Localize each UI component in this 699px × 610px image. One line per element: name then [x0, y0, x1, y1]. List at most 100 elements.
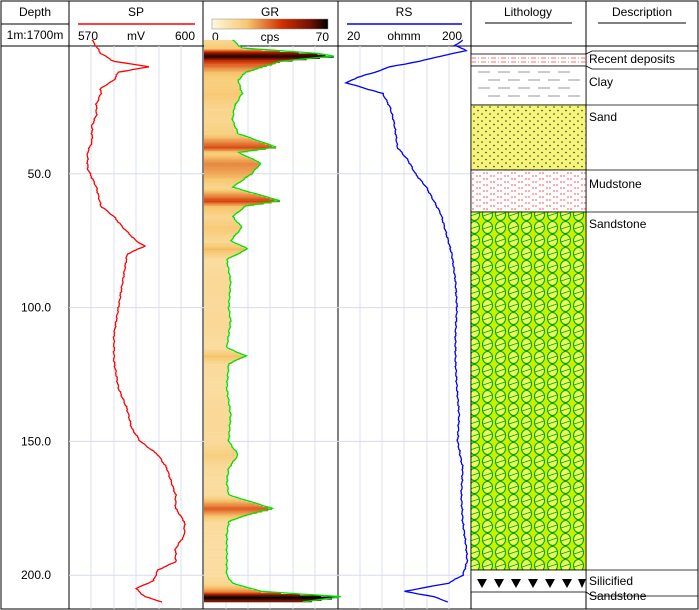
gr-fill-band: [204, 473, 229, 476]
depth-tick-label: 150.0: [21, 434, 51, 448]
desc-mudstone: Mudstone: [589, 177, 642, 191]
gr-fill-band: [204, 406, 231, 409]
gr-fill-band: [204, 121, 234, 124]
gr-fill-band: [204, 65, 267, 67]
gr-fill-band: [204, 276, 231, 279]
gr-fill-band: [204, 557, 227, 560]
gr-fill-band: [204, 69, 255, 71]
description-title: Description: [612, 5, 672, 19]
gr-fill-band: [204, 385, 228, 387]
grid-lines: [69, 46, 471, 609]
gr-fill-band: [204, 361, 234, 363]
gr-fill-band: [204, 424, 231, 426]
gr-fill-band: [204, 588, 252, 591]
gr-fill-band: [204, 184, 236, 187]
gr-fill-band: [204, 188, 238, 191]
gr-fill-band: [204, 350, 234, 352]
gr-fill-band: [204, 311, 230, 314]
gr-fill-band: [204, 504, 260, 506]
gr-fill-band: [204, 240, 231, 243]
gr-fill-band: [204, 272, 229, 275]
gr-fill-band: [204, 575, 228, 577]
gr-fill-band: [204, 469, 228, 472]
rs-unit: ohmm: [387, 29, 420, 43]
gr-fill-band: [204, 536, 227, 538]
desc-clay: Clay: [589, 75, 613, 89]
gr-color-scale: [211, 18, 329, 30]
gr-fill-band: [204, 143, 265, 145]
gr-fill-band: [204, 585, 242, 588]
gr-fill-band: [204, 389, 227, 391]
gr-fill-band: [204, 181, 241, 184]
gr-fill-band: [204, 322, 230, 324]
gr-curve: [225, 39, 342, 603]
desc-sand: Sand: [589, 110, 617, 124]
gr-fill-band: [204, 529, 228, 532]
gr-fill-band: [204, 374, 228, 377]
desc-sandstone: Sandstone: [589, 217, 647, 231]
gr-fill-band: [204, 329, 230, 331]
gr-max: 70: [316, 30, 330, 44]
gr-fill-band: [204, 90, 242, 93]
gr-fill-band: [204, 564, 226, 567]
gr-fill-band: [204, 104, 236, 106]
rs-title: RS: [396, 5, 413, 19]
description-column: Recent deposits Clay Sand Mudstone Sands…: [585, 50, 698, 603]
gr-fill-band: [204, 430, 230, 433]
rs-min: 20: [347, 29, 361, 43]
gr-fill-band: [204, 402, 229, 405]
gr-fill-band: [204, 547, 227, 549]
gr-fill-band: [204, 304, 230, 307]
gr-fill-band: [204, 209, 242, 212]
gr-fill-band: [204, 363, 229, 366]
gr-fill-band: [204, 512, 258, 514]
rs-max: 200: [442, 29, 462, 43]
gr-fill-band: [204, 114, 234, 117]
gr-fill-band: [204, 445, 232, 447]
depth-tick-label: 200.0: [21, 568, 51, 582]
gr-fill-band: [204, 132, 238, 134]
gr-fill-band: [204, 164, 261, 166]
sp-min: 570: [78, 29, 98, 43]
gr-fill-band: [204, 515, 247, 517]
layer-sand: [470, 104, 587, 171]
gr-fill-band: [204, 234, 236, 236]
gr-fill-band: [204, 428, 230, 430]
gr-fill-band: [204, 592, 281, 595]
gr-fill-band: [204, 156, 247, 158]
gr-fill-band: [204, 437, 229, 439]
desc-silicified-sandstone: Silicified Sandstone: [589, 574, 647, 603]
gr-fill-band: [204, 238, 234, 240]
gr-fill-band: [204, 216, 233, 219]
gr-fill-band: [204, 251, 242, 253]
gr-fill-band: [204, 248, 248, 251]
gr-fill-band: [204, 568, 228, 571]
gr-fill-band: [204, 294, 230, 296]
gr-fill-band: [204, 553, 228, 556]
sp-unit: mV: [127, 29, 145, 43]
gr-fill-band: [204, 54, 326, 57]
gr-fill-band: [204, 220, 236, 223]
gr-fill-band: [204, 118, 232, 121]
layer-recent-deposits: [470, 53, 587, 67]
gr-fill-band: [204, 93, 243, 96]
gr-fill-band: [204, 540, 227, 542]
gr-fill-band: [204, 456, 238, 458]
gr-fill-band: [204, 571, 227, 573]
gr-fill-band: [204, 192, 251, 195]
gr-fill-band: [204, 212, 238, 215]
gr-fill-band: [204, 227, 242, 229]
gr-fill-band: [204, 441, 229, 443]
gr-fill-band: [204, 259, 228, 261]
gr-fill-band: [204, 381, 227, 383]
gr-fill-band: [204, 171, 254, 173]
gr-fill-band: [204, 167, 258, 169]
gr-fill-band: [204, 255, 235, 257]
gr-fill-band: [204, 371, 229, 374]
gr-fill-band: [204, 325, 230, 327]
gr-fill-band: [204, 41, 235, 43]
gr-fill-band: [204, 452, 237, 454]
track-frame: 50.0 100.0 150.0 200.0: [0, 45, 699, 610]
gr-fill-band: [204, 199, 275, 201]
gr-fill-band: [204, 262, 228, 264]
